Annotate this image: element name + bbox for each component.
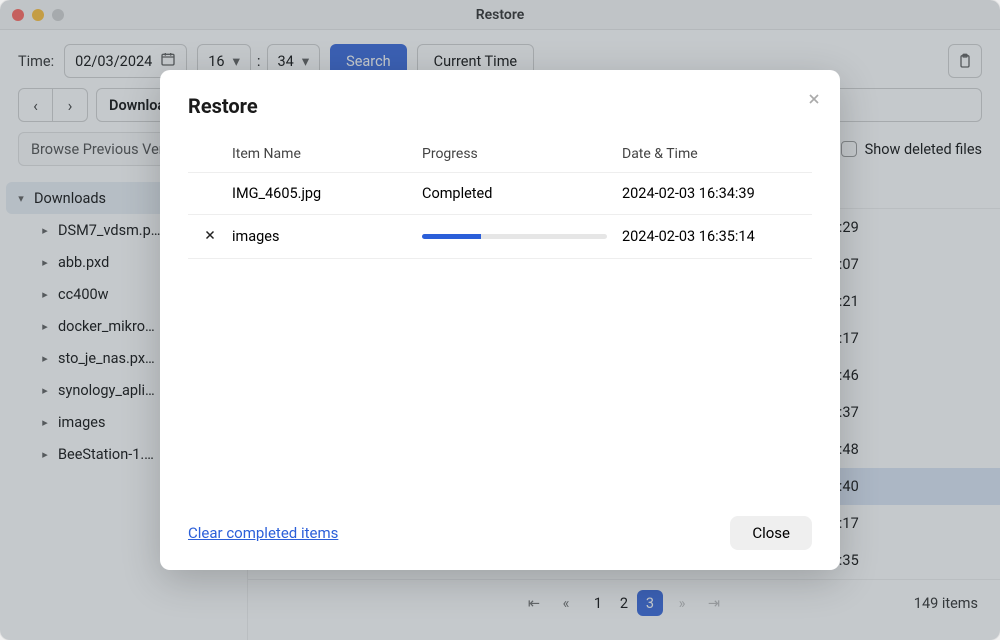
modal-scrim: Restore Item Name Progress Date & Time I…	[0, 0, 1000, 640]
restore-modal: Restore Item Name Progress Date & Time I…	[160, 70, 840, 570]
modal-col-date: Date & Time	[622, 146, 812, 162]
modal-row: IMG_4605.jpgCompleted 2024-02-03 16:34:39	[188, 173, 812, 215]
cancel-icon[interactable]	[203, 227, 217, 246]
modal-table: Item Name Progress Date & Time IMG_4605.…	[188, 136, 812, 504]
modal-footer: Clear completed items Close	[188, 504, 812, 550]
modal-col-name: Item Name	[232, 146, 422, 162]
modal-row-date: 2024-02-03 16:35:14	[622, 228, 812, 245]
modal-row-name: images	[232, 228, 422, 245]
progress-text: Completed	[422, 185, 492, 202]
modal-col-progress: Progress	[422, 146, 622, 162]
progress-bar	[422, 234, 607, 239]
close-icon	[806, 91, 822, 107]
clear-completed-link[interactable]: Clear completed items	[188, 524, 338, 542]
app-window: Restore Time: 02/03/2024 16 ▾ : 34 ▾ Sea…	[0, 0, 1000, 640]
modal-title: Restore	[188, 94, 812, 118]
close-button[interactable]: Close	[730, 516, 812, 550]
modal-row: images 2024-02-03 16:35:14	[188, 215, 812, 259]
modal-close-button[interactable]	[806, 88, 822, 112]
modal-row-date: 2024-02-03 16:34:39	[622, 185, 812, 202]
modal-row-name: IMG_4605.jpg	[232, 185, 422, 202]
modal-header-row: Item Name Progress Date & Time	[188, 136, 812, 173]
